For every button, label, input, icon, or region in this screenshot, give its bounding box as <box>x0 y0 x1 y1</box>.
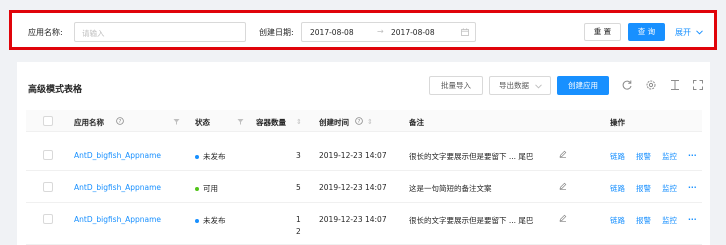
more-actions[interactable]: ··· <box>688 215 697 224</box>
app-name-link[interactable]: AntD_bigfish_Appname <box>74 151 161 160</box>
app-name-label: 应用名称: <box>28 28 63 37</box>
table-row: AntD_bigfish_Appname 可用 5 2019-12-23 14:… <box>26 171 702 203</box>
date-range-picker[interactable]: 2017-08-08 → 2017-08-08 <box>301 22 476 42</box>
filter-icon[interactable] <box>173 118 180 125</box>
action-link-monitor[interactable]: 监控 <box>662 215 677 226</box>
container-count-extra: 2 <box>296 227 301 236</box>
status-badge: 未发布 <box>195 215 226 226</box>
more-actions[interactable]: ··· <box>688 183 697 192</box>
col-created-time: 创建时间 <box>319 118 349 127</box>
action-link-trace[interactable]: 链路 <box>610 183 625 194</box>
select-all-checkbox[interactable] <box>43 116 53 126</box>
expand-label: 展开 <box>675 28 691 37</box>
container-count: 1 <box>296 215 301 224</box>
reset-button[interactable]: 重 置 <box>584 23 621 41</box>
edit-icon[interactable] <box>559 182 567 190</box>
card-title: 高级模式表格 <box>28 85 83 95</box>
action-link-monitor[interactable]: 监控 <box>662 151 677 162</box>
created-time: 2019-12-23 14:07 <box>319 215 387 224</box>
column-height-icon[interactable] <box>669 79 681 91</box>
help-icon: ? <box>116 117 124 125</box>
status-badge: 可用 <box>195 183 218 194</box>
export-data-label: 导出数据 <box>499 81 529 90</box>
chevron-down-icon <box>535 84 542 89</box>
svg-text:?: ? <box>358 119 361 125</box>
create-app-button[interactable]: 创建应用 <box>557 76 609 95</box>
col-container-count: 容器数量 <box>256 118 286 127</box>
status-text: 未发布 <box>203 152 226 161</box>
edit-icon[interactable] <box>559 150 567 158</box>
status-dot <box>195 187 199 191</box>
table-row: AntD_bigfish_Appname 未发布 3 2019-12-23 14… <box>26 139 702 171</box>
app-name-link[interactable]: AntD_bigfish_Appname <box>74 183 161 192</box>
search-panel: 应用名称: 请输入 创建日期: 2017-08-08 → 2017-08-08 … <box>9 10 717 50</box>
action-link-trace[interactable]: 链路 <box>610 215 625 226</box>
date-start: 2017-08-08 <box>310 28 354 37</box>
fullscreen-icon[interactable] <box>692 79 704 91</box>
action-link-monitor[interactable]: 监控 <box>662 183 677 194</box>
calendar-icon <box>461 28 469 36</box>
row-checkbox[interactable] <box>43 214 53 224</box>
container-count: 3 <box>296 151 301 160</box>
chevron-down-icon <box>695 30 703 35</box>
date-separator: → <box>377 27 384 36</box>
action-link-trace[interactable]: 链路 <box>610 151 625 162</box>
note-text: 这是一句简短的备注文案 <box>409 184 492 193</box>
table-row: AntD_bigfish_Appname 未发布 1 2 2019-12-23 … <box>26 203 702 245</box>
status-dot <box>195 155 199 159</box>
action-link-alert[interactable]: 报警 <box>636 151 651 162</box>
status-dot <box>195 219 199 223</box>
app-name-placeholder: 请输入 <box>82 29 105 38</box>
note-text: 很长的文字要展示但是要留下 ... 尾巴 <box>409 216 534 225</box>
app-name-input[interactable]: 请输入 <box>74 22 246 42</box>
batch-import-button[interactable]: 批量导入 <box>429 76 483 95</box>
action-link-alert[interactable]: 报警 <box>636 215 651 226</box>
created-time: 2019-12-23 14:07 <box>319 151 387 160</box>
created-time: 2019-12-23 14:07 <box>319 183 387 192</box>
export-data-dropdown[interactable]: 导出数据 <box>489 76 551 95</box>
col-actions: 操作 <box>610 118 625 127</box>
svg-text:?: ? <box>119 119 122 125</box>
status-text: 未发布 <box>203 216 226 225</box>
edit-icon[interactable] <box>559 214 567 222</box>
settings-icon[interactable] <box>645 79 657 91</box>
help-icon: ? <box>355 117 363 125</box>
expand-toggle[interactable]: 展开 <box>675 27 703 38</box>
query-button[interactable]: 查 询 <box>628 23 665 41</box>
action-link-alert[interactable]: 报警 <box>636 183 651 194</box>
container-count: 5 <box>296 183 301 192</box>
sort-icon[interactable]: ⇕ <box>367 118 373 126</box>
col-app-name: 应用名称 <box>74 118 104 127</box>
more-actions[interactable]: ··· <box>688 151 697 160</box>
note-text: 很长的文字要展示但是要留下 ... 尾巴 <box>409 152 534 161</box>
filter-icon[interactable] <box>237 118 244 125</box>
status-badge: 未发布 <box>195 151 226 162</box>
row-checkbox[interactable] <box>43 150 53 160</box>
reload-icon[interactable] <box>621 79 633 91</box>
table-card: 高级模式表格 批量导入 导出数据 创建应用 应用名称 ? 状态 容器数量 ⇕ 创… <box>17 62 710 245</box>
table-header: 应用名称 ? 状态 容器数量 ⇕ 创建时间 ? ⇕ 备注 操作 <box>26 110 702 132</box>
col-status: 状态 <box>195 118 210 127</box>
date-label: 创建日期: <box>259 28 294 37</box>
date-end: 2017-08-08 <box>391 28 435 37</box>
app-name-link[interactable]: AntD_bigfish_Appname <box>74 215 161 224</box>
col-note: 备注 <box>409 118 424 127</box>
status-text: 可用 <box>203 184 218 193</box>
row-checkbox[interactable] <box>43 182 53 192</box>
sort-icon[interactable]: ⇕ <box>296 118 302 126</box>
